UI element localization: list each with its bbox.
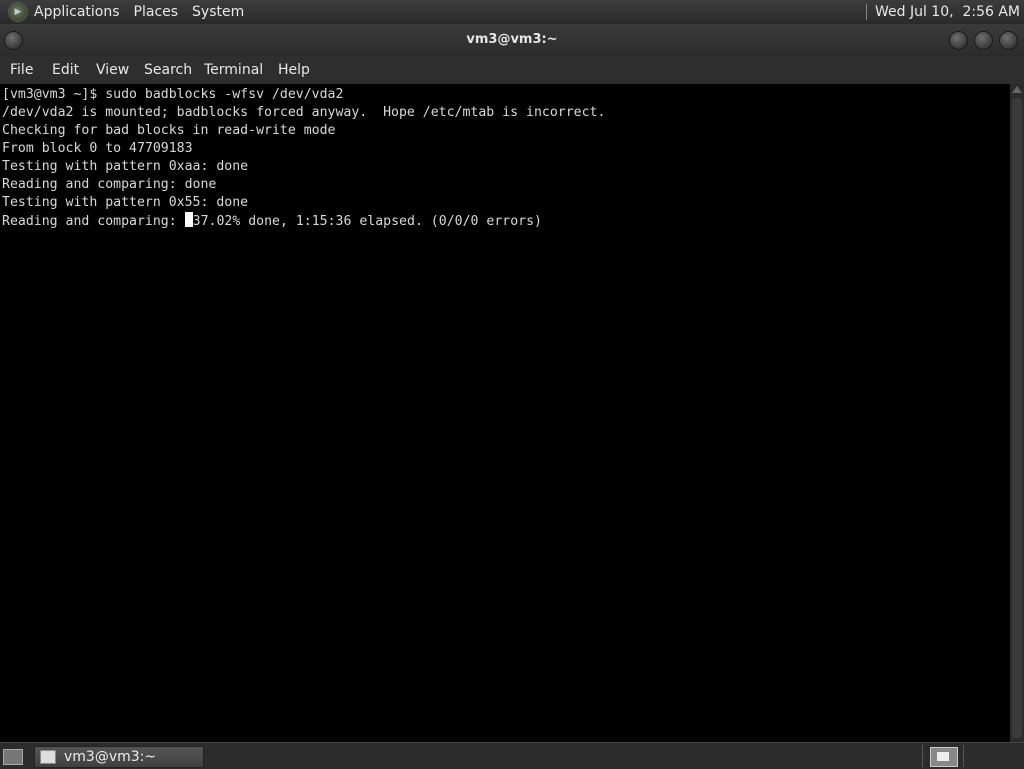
progress-status: 37.02% done, 1:15:36 elapsed. (0/0/0 err… [192,214,542,229]
menu-applications[interactable]: Applications [34,4,120,20]
progress-prefix: Reading and comparing: [2,214,185,229]
menu-system[interactable]: System [192,4,244,20]
minimize-icon[interactable] [949,31,968,50]
terminal-output: [vm3@vm3 ~]$ sudo badblocks -wfsv /dev/v… [2,86,605,231]
maximize-icon[interactable] [974,31,993,50]
terminal-line: [vm3@vm3 ~]$ sudo badblocks -wfsv /dev/v… [2,87,344,102]
scrollbar-thumb[interactable] [1012,98,1022,738]
menu-terminal[interactable]: Terminal [204,62,263,78]
menu-file[interactable]: File [10,62,33,78]
bottom-panel: vm3@vm3:~ [0,742,1024,769]
menubar: File Edit View Search Terminal Help [0,56,1024,84]
window-titlebar[interactable]: vm3@vm3:~ [0,24,1024,56]
terminal-line: Checking for bad blocks in read-write mo… [2,123,336,138]
terminal-line: /dev/vda2 is mounted; badblocks forced a… [2,105,606,120]
clock[interactable]: Wed Jul 10, 2:56 AM [875,4,1020,20]
taskbar-button-label: vm3@vm3:~ [64,749,157,765]
top-panel: ▶ Applications Places System Wed Jul 10,… [0,0,1024,24]
taskbar-button-terminal[interactable]: vm3@vm3:~ [34,746,204,768]
terminal-area[interactable]: [vm3@vm3 ~]$ sudo badblocks -wfsv /dev/v… [0,84,1010,742]
terminal-line: Reading and comparing: done [2,177,217,192]
menu-help[interactable]: Help [278,62,310,78]
terminal-line: Testing with pattern 0xaa: done [2,159,249,174]
close-icon[interactable] [999,31,1018,50]
show-desktop-icon[interactable] [3,749,23,765]
terminal-cursor [184,212,193,227]
menu-places[interactable]: Places [134,4,179,20]
workspace-1[interactable] [930,747,958,767]
gnome-foot-icon[interactable]: ▶ [8,2,28,22]
scroll-up-arrow-icon[interactable] [1012,86,1022,93]
terminal-line: From block 0 to 47709183 [2,141,193,156]
menu-edit[interactable]: Edit [52,62,79,78]
menu-search[interactable]: Search [144,62,192,78]
terminal-line: Testing with pattern 0x55: done [2,195,249,210]
panel-separator [865,4,867,20]
menu-view[interactable]: View [96,62,129,78]
window-title: vm3@vm3:~ [466,32,558,47]
terminal-icon [40,750,56,764]
workspace-window-thumb [937,752,949,761]
